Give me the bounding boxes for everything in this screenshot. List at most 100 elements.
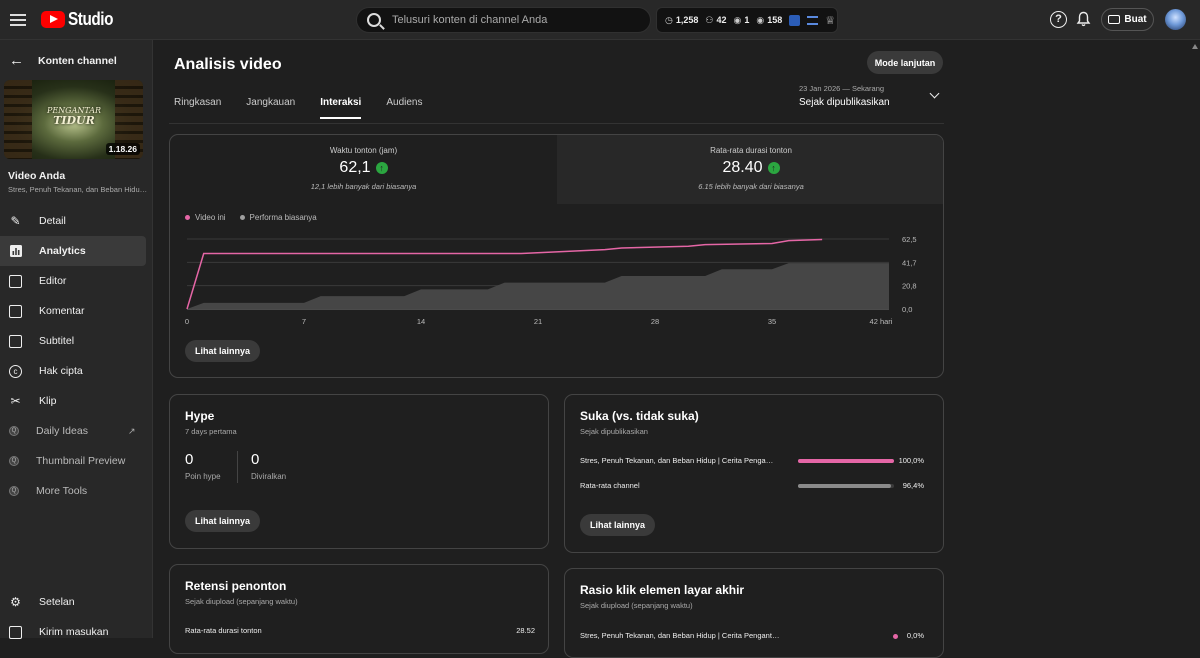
- card-subtitle: Sejak dipublikasikan: [580, 427, 648, 436]
- retention-row: Rata-rata durasi tonton 28.52: [185, 626, 535, 635]
- person-icon: ⚇: [705, 14, 714, 25]
- eye-icon: ◉: [733, 14, 742, 25]
- see-more-button[interactable]: Lihat lainnya: [580, 514, 656, 536]
- card-title: Retensi penonton: [185, 579, 287, 593]
- hype-promoted-value: 0: [251, 451, 260, 468]
- channel-stats[interactable]: ◷ 1,258 ⚇ 42 ◉ 1 ◉ 158 ♕: [656, 7, 838, 33]
- likes-row-channel-average: Rata-rata channel 96,4%: [580, 479, 930, 493]
- card-title: Rasio klik elemen layar akhir: [580, 583, 745, 597]
- search-icon[interactable]: [367, 13, 381, 27]
- watch-time-chart[interactable]: 0 7 14 21 28 35 42 hari 62,5 41,7 20,8 0,0: [170, 135, 944, 335]
- stat-watch-hours: ◷ 1,258: [665, 14, 699, 26]
- subtitles-icon: [9, 334, 22, 348]
- thumbnail-title-line2: TIDUR: [53, 114, 95, 127]
- x-tick-label: 14: [417, 317, 425, 326]
- x-tick-label: 28: [651, 317, 659, 326]
- avatar[interactable]: [1165, 9, 1186, 30]
- x-tick-label: 0: [185, 317, 189, 326]
- date-range-dates: 23 Jan 2026 — Sekarang: [799, 84, 885, 93]
- camera-plus-icon: [1108, 15, 1121, 24]
- sidebar-item-feedback[interactable]: Kirim masukan: [0, 617, 153, 647]
- sidebar-item-subtitles[interactable]: Subtitel: [0, 326, 153, 356]
- list-icon[interactable]: [807, 15, 819, 25]
- eye-icon: ◉: [756, 14, 765, 25]
- pencil-icon: ✎: [10, 214, 21, 228]
- tab-audience[interactable]: Audiens: [386, 97, 422, 119]
- menu-icon[interactable]: [10, 11, 26, 27]
- sidebar-bottom: ⚙ Setelan Kirim masukan: [0, 587, 153, 647]
- see-more-button[interactable]: Lihat lainnya: [185, 340, 261, 362]
- advanced-mode-button[interactable]: Mode lanjutan: [867, 51, 943, 74]
- help-icon[interactable]: ?: [1050, 11, 1067, 28]
- likes-row-this-video: Stres, Penuh Tekanan, dan Beban Hidup | …: [580, 454, 930, 468]
- hype-promoted-label: Diviralkan: [251, 472, 287, 481]
- sidebar-item-settings[interactable]: ⚙ Setelan: [0, 587, 153, 617]
- y-tick-label: 0,0: [902, 305, 912, 314]
- editor-icon: [9, 274, 22, 288]
- thumbnail-title: PENGANTAR TIDUR: [46, 106, 102, 126]
- gear-icon: ⚙: [10, 595, 21, 609]
- bell-icon[interactable]: [1075, 11, 1092, 28]
- sidebar-item-more-tools[interactable]: Q More Tools: [0, 476, 153, 506]
- page-title: Analisis video: [174, 56, 282, 73]
- video-title: Stres, Penuh Tekanan, dan Beban Hidup | …: [8, 185, 148, 194]
- x-tick-label: 35: [768, 317, 776, 326]
- engagement-chart-card: Waktu tonton (jam) 62,1 ↑ 12,1 lebih bany…: [169, 134, 944, 378]
- video-thumbnail[interactable]: PENGANTAR TIDUR 1.18.26: [4, 80, 143, 159]
- y-tick-label: 62,5: [902, 235, 917, 244]
- tab-reach[interactable]: Jangkauan: [246, 97, 295, 119]
- x-tick-label: 42 hari: [870, 317, 893, 326]
- tabs-divider: [169, 123, 944, 124]
- sidebar-item-daily-ideas[interactable]: Q Daily Ideas ↗: [0, 416, 153, 446]
- card-subtitle: Sejak diupload (sepanjang waktu): [185, 597, 298, 606]
- back-to-content[interactable]: ← Konten channel: [9, 52, 117, 69]
- tab-engagement[interactable]: Interaksi: [320, 97, 362, 119]
- your-video-label: Video Anda: [8, 170, 66, 182]
- likes-row-value: 96,4%: [902, 481, 924, 490]
- extension-icon: Q: [9, 426, 19, 436]
- sidebar-item-comments[interactable]: Komentar: [0, 296, 153, 326]
- sidebar-item-detail[interactable]: ✎ Detail: [0, 206, 153, 236]
- end-screen-ctr-card: Rasio klik elemen layar akhir Sejak diup…: [564, 568, 944, 658]
- date-range-selector[interactable]: 23 Jan 2026 — Sekarang Sejak dipublikasi…: [799, 84, 940, 108]
- search-input[interactable]: [392, 14, 632, 26]
- create-button[interactable]: Buat: [1101, 8, 1154, 31]
- likes-row-value: 100,0%: [898, 456, 924, 465]
- video-duration: 1.18.26: [105, 143, 140, 155]
- date-range-label: Sejak dipublikasikan: [799, 97, 890, 108]
- trophy-icon[interactable]: ♕: [825, 14, 835, 27]
- youtube-logo-icon: [41, 11, 65, 28]
- sidebar-item-analytics[interactable]: Analytics: [0, 236, 146, 266]
- card-title: Suka (vs. tidak suka): [580, 409, 699, 423]
- sidebar: ← Konten channel PENGANTAR TIDUR 1.18.26 …: [0, 40, 153, 639]
- copyright-icon: c: [9, 364, 22, 378]
- search-bar[interactable]: [356, 7, 651, 33]
- studio-logo[interactable]: Studio: [41, 9, 121, 30]
- sidebar-item-editor[interactable]: Editor: [0, 266, 153, 296]
- sidebar-item-thumbnail-preview[interactable]: Q Thumbnail Preview: [0, 446, 153, 476]
- analytics-icon: [9, 245, 22, 258]
- retention-card: Retensi penonton Sejak diupload (sepanja…: [169, 564, 549, 654]
- end-screen-row-value: 0,0%: [906, 631, 924, 640]
- card-subtitle: Sejak diupload (sepanjang waktu): [580, 601, 693, 610]
- scrollbar[interactable]: [1190, 40, 1200, 638]
- hype-card: Hype 7 days pertama 0 Poin hype 0 Divira…: [169, 394, 549, 549]
- top-bar: Studio ◷1,258 ⚇42 ◉1 ◉158 ♕ ? Buat: [0, 0, 1200, 40]
- stat-subscribers: ⚇ 42: [705, 14, 727, 26]
- extension-badge-icon[interactable]: [789, 14, 801, 26]
- tab-overview[interactable]: Ringkasan: [174, 97, 221, 119]
- hype-points-value: 0: [185, 451, 194, 468]
- see-more-button[interactable]: Lihat lainnya: [185, 510, 261, 532]
- sidebar-item-copyright[interactable]: c Hak cipta: [0, 356, 153, 386]
- sidebar-nav: ✎ Detail Analytics Editor Komentar Subtit…: [0, 206, 153, 506]
- card-title: Hype: [185, 409, 215, 423]
- feedback-icon: [9, 625, 22, 639]
- scissors-icon: ✂: [10, 394, 21, 408]
- chevron-down-icon: [929, 88, 940, 99]
- stat-views: ◉ 158: [756, 14, 783, 26]
- thumbnail-shelf-left: [4, 80, 32, 159]
- x-tick-label: 21: [534, 317, 542, 326]
- clock-icon: ◷: [665, 14, 673, 25]
- sidebar-item-clips[interactable]: ✂ Klip: [0, 386, 153, 416]
- scroll-up-icon[interactable]: [1192, 44, 1198, 49]
